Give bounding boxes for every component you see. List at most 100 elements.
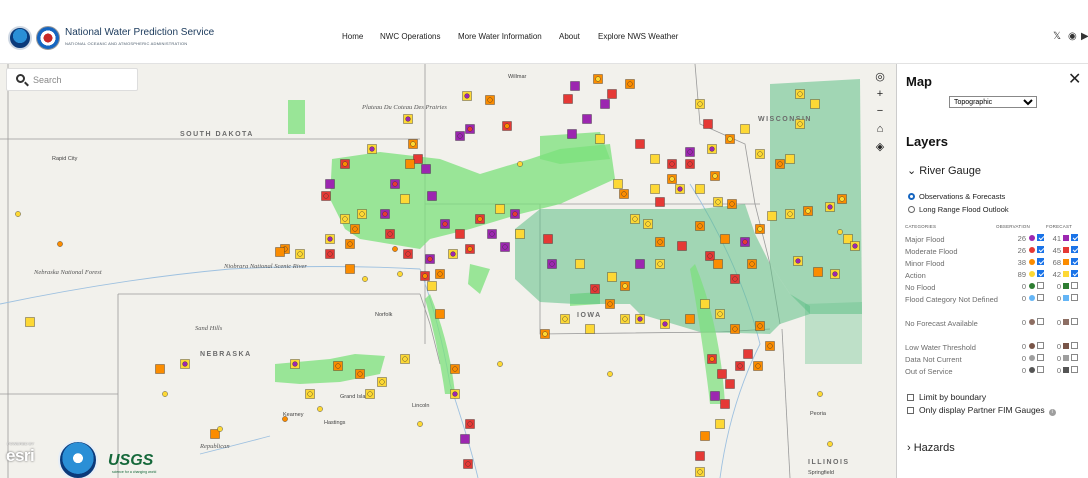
forecast-checkbox[interactable] <box>1071 294 1078 301</box>
gauge-forecast-marker[interactable] <box>413 154 423 164</box>
river-gauge-section-toggle[interactable]: ⌄ River Gauge <box>907 164 981 177</box>
gauge-forecast-marker[interactable] <box>695 451 705 461</box>
gauge-forecast-marker[interactable] <box>703 119 713 129</box>
gauge-forecast-marker[interactable] <box>655 197 665 207</box>
gauge-observation-marker[interactable] <box>465 461 471 467</box>
gauge-observation-marker[interactable] <box>839 196 845 202</box>
site-title[interactable]: National Water Prediction Service <box>65 27 214 38</box>
gauge-observation-marker[interactable] <box>477 216 483 222</box>
gauge-forecast-marker[interactable] <box>427 191 437 201</box>
gauge-observation-marker[interactable] <box>697 469 703 475</box>
gauge-forecast-marker[interactable] <box>427 281 437 291</box>
gauge-observation-marker[interactable] <box>57 241 63 247</box>
gauge-forecast-marker[interactable] <box>345 264 355 274</box>
observation-checkbox[interactable] <box>1037 294 1044 301</box>
gauge-observation-marker[interactable] <box>417 421 423 427</box>
gauge-forecast-marker[interactable] <box>567 129 577 139</box>
gauge-observation-marker[interactable] <box>335 363 341 369</box>
radio-observations-forecasts[interactable]: Observations & Forecasts <box>908 192 1005 201</box>
gauge-forecast-marker[interactable] <box>685 314 695 324</box>
gauge-observation-marker[interactable] <box>757 151 763 157</box>
gauge-forecast-marker[interactable] <box>543 234 553 244</box>
gauge-observation-marker[interactable] <box>657 261 663 267</box>
forecast-checkbox[interactable] <box>1071 282 1078 289</box>
gauge-forecast-marker[interactable] <box>650 154 660 164</box>
nav-more-water-information[interactable]: More Water Information <box>458 32 542 41</box>
gauge-observation-marker[interactable] <box>359 211 365 217</box>
gauge-observation-marker[interactable] <box>382 211 388 217</box>
observation-checkbox[interactable] <box>1037 354 1044 361</box>
gauge-forecast-marker[interactable] <box>570 81 580 91</box>
gauge-observation-marker[interactable] <box>342 161 348 167</box>
search-icon[interactable] <box>16 74 25 83</box>
gauge-observation-marker[interactable] <box>402 356 408 362</box>
gauge-observation-marker[interactable] <box>497 361 503 367</box>
gauge-markers[interactable] <box>15 74 860 478</box>
gauge-observation-marker[interactable] <box>832 271 838 277</box>
zoom-out-icon[interactable]: − <box>871 103 889 119</box>
gauge-observation-marker[interactable] <box>549 261 555 267</box>
gauge-forecast-marker[interactable] <box>325 179 335 189</box>
gauge-observation-marker[interactable] <box>464 93 470 99</box>
gauge-observation-marker[interactable] <box>542 331 548 337</box>
gauge-forecast-marker[interactable] <box>600 99 610 109</box>
gauge-observation-marker[interactable] <box>632 216 638 222</box>
gauge-observation-marker[interactable] <box>827 441 833 447</box>
gauge-observation-marker[interactable] <box>852 243 858 249</box>
gauge-forecast-marker[interactable] <box>650 184 660 194</box>
gauge-observation-marker[interactable] <box>805 208 811 214</box>
gauge-forecast-marker[interactable] <box>740 124 750 134</box>
gauge-forecast-marker[interactable] <box>460 434 470 444</box>
search-input[interactable] <box>33 72 133 88</box>
gauge-forecast-marker[interactable] <box>695 184 705 194</box>
limit-by-boundary-checkbox[interactable] <box>907 394 914 401</box>
gauge-forecast-marker[interactable] <box>607 272 617 282</box>
gauge-observation-marker[interactable] <box>392 181 398 187</box>
gauge-forecast-marker[interactable] <box>720 234 730 244</box>
gauge-observation-marker[interactable] <box>392 246 398 252</box>
gauge-observation-marker[interactable] <box>742 239 748 245</box>
gauge-observation-marker[interactable] <box>622 316 628 322</box>
gauge-observation-marker[interactable] <box>405 251 411 257</box>
gauge-observation-marker[interactable] <box>797 121 803 127</box>
gauge-observation-marker[interactable] <box>797 91 803 97</box>
forecast-checkbox[interactable] <box>1071 246 1078 253</box>
observation-checkbox[interactable] <box>1037 258 1044 265</box>
gauge-observation-marker[interactable] <box>607 301 613 307</box>
gauge-observation-marker[interactable] <box>715 199 721 205</box>
gauge-observation-marker[interactable] <box>712 173 718 179</box>
gauge-forecast-marker[interactable] <box>400 194 410 204</box>
gauge-forecast-marker[interactable] <box>515 229 525 239</box>
observation-checkbox[interactable] <box>1037 342 1044 349</box>
observation-checkbox[interactable] <box>1037 282 1044 289</box>
search-box[interactable] <box>6 68 138 91</box>
zoom-in-icon[interactable]: + <box>871 86 889 102</box>
partner-fim-gauges-checkbox[interactable] <box>907 407 914 414</box>
close-icon[interactable]: ✕ <box>1068 69 1081 89</box>
gauge-observation-marker[interactable] <box>450 251 456 257</box>
forecast-checkbox[interactable] <box>1071 342 1078 349</box>
gauge-forecast-marker[interactable] <box>710 391 720 401</box>
gauge-forecast-marker[interactable] <box>455 229 465 239</box>
gauge-observation-marker[interactable] <box>707 253 713 259</box>
gauge-observation-marker[interactable] <box>317 406 323 412</box>
gauge-observation-marker[interactable] <box>755 363 761 369</box>
gauge-forecast-marker[interactable] <box>613 179 623 189</box>
gauge-forecast-marker[interactable] <box>635 259 645 269</box>
layers-icon[interactable]: ◈ <box>871 139 889 155</box>
gauge-forecast-marker[interactable] <box>813 267 823 277</box>
observation-checkbox[interactable] <box>1037 234 1044 241</box>
forecast-checkbox[interactable] <box>1071 354 1078 361</box>
gauge-observation-marker[interactable] <box>627 81 633 87</box>
observation-checkbox[interactable] <box>1037 270 1044 277</box>
observation-checkbox[interactable] <box>1037 318 1044 325</box>
gauge-observation-marker[interactable] <box>622 283 628 289</box>
gauge-observation-marker[interactable] <box>387 231 393 237</box>
gauge-forecast-marker[interactable] <box>725 379 735 389</box>
radio-button[interactable] <box>908 206 915 213</box>
noaa-logo[interactable] <box>8 26 32 50</box>
gauge-observation-marker[interactable] <box>379 379 385 385</box>
gauge-forecast-marker[interactable] <box>743 349 753 359</box>
gauge-forecast-marker[interactable] <box>155 364 165 374</box>
gauge-observation-marker[interactable] <box>837 229 843 235</box>
